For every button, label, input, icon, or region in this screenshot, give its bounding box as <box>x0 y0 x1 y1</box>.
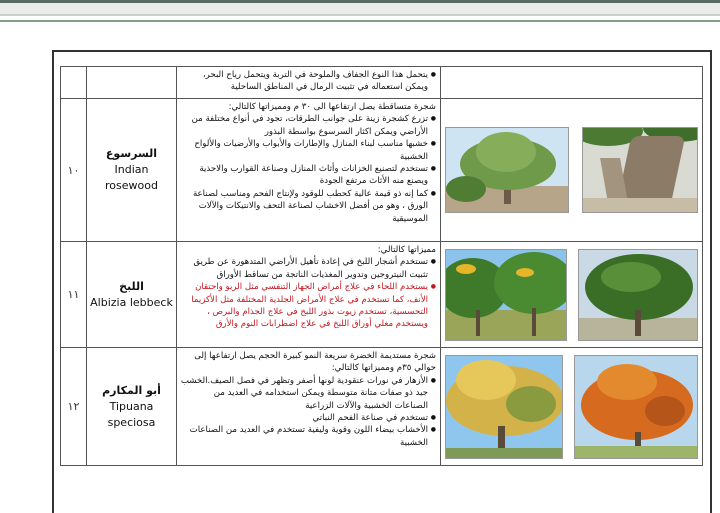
table-row: يتحمل هذا النوع الجفاف والملوحة في الترب… <box>60 66 703 99</box>
tree-photo-tipuana-orange <box>574 354 698 459</box>
tree-name-cell: أبو المكارم Tipuana speciosa <box>86 347 177 466</box>
row-number <box>60 66 87 99</box>
photos-cell <box>440 98 703 242</box>
tree-intro: شجرة مستديمة الخضرة سريعة النمو كبيرة ال… <box>194 351 436 374</box>
tree-photo-tipuana-yellow <box>445 354 563 459</box>
tree-photo-lebbeck-single <box>578 248 698 341</box>
tree-name-ar: السرسوع <box>105 147 158 160</box>
photos-cell <box>440 241 703 348</box>
page-top-line <box>0 20 720 22</box>
table-row: ١٢ أبو المكارم Tipuana speciosa شجرة مست… <box>60 347 703 466</box>
tree-name-en: Tipuana speciosa <box>107 399 156 429</box>
page-top-band <box>0 0 720 28</box>
tree-name-ar: أبو المكارم <box>102 383 161 397</box>
table-row: ١١ اللبخ Albizia lebbeck مميزاتها كالتال… <box>60 241 703 348</box>
trees-table: يتحمل هذا النوع الجفاف والملوحة في الترب… <box>60 66 703 466</box>
tree-description: شجرة متساقطة يصل ارتفاعها الى ٣٠ م ومميز… <box>176 98 441 242</box>
tree-photo-lebbeck-avenue <box>445 248 567 341</box>
row-number: ١٠ <box>60 98 87 242</box>
tree-name-cell <box>86 66 177 99</box>
tree-name-cell: السرسوع Indian rosewood <box>86 98 177 242</box>
tree-description: مميزاتها كالتالي: تستخدم أشجار اللبخ في … <box>176 241 441 348</box>
tree-description: شجرة مستديمة الخضرة سريعة النمو كبيرة ال… <box>176 347 441 466</box>
row-number: ١٢ <box>60 347 87 466</box>
tree-name-ar: اللبخ <box>119 279 144 293</box>
tree-bullet: الأخشاب بيضاء اللون وقوية وليفية تستخدم … <box>180 424 436 449</box>
photos-cell <box>440 347 703 466</box>
table-row: ١٠ السرسوع Indian rosewood شجرة متساقطة … <box>60 98 703 242</box>
tree-bullet: تستخدم أشجار اللبخ في إعادة تأهيل الأراض… <box>180 256 436 281</box>
tree-description: يتحمل هذا النوع الجفاف والملوحة في الترب… <box>176 66 441 99</box>
tree-bullet: تزرع كشجرة زينة على جوانب الطرقات، تجود … <box>180 113 436 138</box>
tree-bullet: يتحمل هذا النوع الجفاف والملوحة في الترب… <box>180 69 436 94</box>
tree-intro: شجرة متساقطة يصل ارتفاعها الى ٣٠ م ومميز… <box>228 102 436 112</box>
tree-bullet-highlight: يستخدم اللحاء في علاج أمراض الجهاز التنف… <box>180 281 436 331</box>
tree-bullet: تستخدم لتصنيع الخزانات وأثاث المنازل وصن… <box>180 163 436 188</box>
tree-photo-rosewood-canopy <box>445 127 569 213</box>
tree-bullet: خشبها مناسب لبناء المنازل والإطارات والأ… <box>180 138 436 163</box>
tree-photo-rosewood-trunk <box>582 127 698 213</box>
tree-name-en: Indian rosewood <box>105 163 158 192</box>
row-number: ١١ <box>60 241 87 348</box>
tree-bullet: الأزهار في نورات عنقودية لونها أصفر وتظه… <box>180 375 436 412</box>
tree-bullet: تستخدم في صناعة الفحم النباتي <box>180 412 436 425</box>
tree-name-en: Albizia lebbeck <box>90 295 173 309</box>
tree-bullet: كما إنه ذو قيمة عالية كحطب للوقود ولإنتا… <box>180 188 436 225</box>
photos-cell <box>440 66 703 99</box>
tree-name-cell: اللبخ Albizia lebbeck <box>86 241 177 348</box>
tree-intro: مميزاتها كالتالي: <box>377 245 436 255</box>
